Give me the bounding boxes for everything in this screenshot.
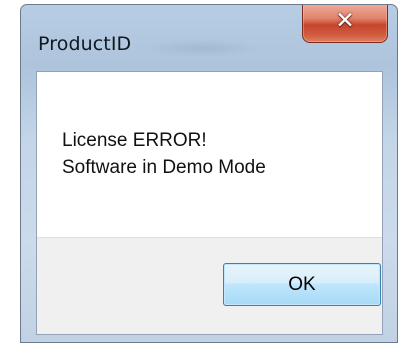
dialog-window: ProductID ✕ License ERROR! Software in D… — [20, 4, 398, 343]
message-line-1: License ERROR! — [62, 130, 207, 151]
button-bar: OK — [37, 237, 382, 334]
message-line-2: Software in Demo Mode — [62, 157, 266, 178]
title-bar-glass — [141, 39, 261, 57]
message-text: License ERROR! Software in Demo Mode — [62, 127, 266, 181]
close-icon: ✕ — [335, 8, 355, 34]
window-title: ProductID — [38, 33, 132, 55]
ok-button[interactable]: OK — [223, 263, 381, 306]
close-button[interactable]: ✕ — [302, 5, 388, 43]
dialog-content: License ERROR! Software in Demo Mode OK — [36, 71, 383, 335]
